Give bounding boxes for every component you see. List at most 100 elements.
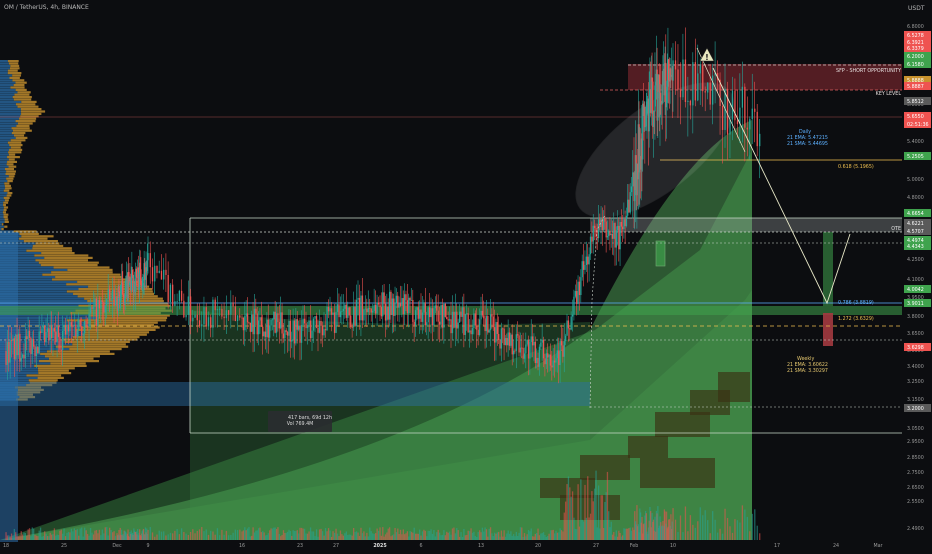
volume-bar bbox=[417, 533, 419, 540]
candle-body bbox=[613, 223, 615, 239]
candle-body bbox=[434, 305, 436, 309]
candle-body bbox=[163, 269, 165, 280]
price-tag-label: 4.4343 bbox=[907, 244, 924, 250]
volume-bar bbox=[100, 535, 102, 540]
volume-bar bbox=[52, 533, 54, 540]
volume-bar bbox=[286, 531, 289, 540]
candle-body bbox=[556, 350, 559, 359]
volume-bar bbox=[414, 533, 417, 540]
price-tag-label: 3.6298 bbox=[907, 345, 924, 351]
candle-body bbox=[628, 199, 630, 213]
candle-body bbox=[414, 310, 417, 326]
candle-body bbox=[373, 304, 375, 311]
volume-bar bbox=[548, 533, 550, 540]
volume-bar bbox=[525, 536, 527, 540]
volume-bar bbox=[571, 491, 574, 540]
volume-bar bbox=[595, 470, 597, 540]
volume-bar bbox=[89, 527, 92, 540]
candle-body bbox=[269, 325, 271, 338]
candle-body bbox=[167, 274, 169, 302]
annotation-title: Daily bbox=[799, 129, 811, 135]
x-tick-label: 17 bbox=[774, 543, 780, 549]
candle-body bbox=[178, 290, 181, 302]
volume-bar bbox=[5, 532, 7, 540]
candle-body bbox=[402, 298, 404, 315]
volume-bar bbox=[399, 529, 402, 540]
y-tick-label: 3.6500 bbox=[907, 331, 924, 337]
volume-bar bbox=[306, 533, 309, 540]
volume-bar bbox=[249, 536, 251, 540]
volume-bar bbox=[23, 532, 25, 540]
volume-bar bbox=[372, 533, 374, 540]
candle-body bbox=[183, 300, 185, 318]
candle-body bbox=[286, 331, 289, 336]
candle-body bbox=[296, 319, 298, 330]
candle-body bbox=[350, 315, 352, 328]
candle-body bbox=[66, 324, 68, 335]
price-chart[interactable]: ! SFP - SHORT OPPORTUNITY KEY LEVEL 0.618 (… bbox=[0, 0, 932, 550]
volume-bar bbox=[599, 528, 601, 540]
candle-body bbox=[548, 354, 550, 358]
volume-bar bbox=[424, 530, 426, 540]
candle-body bbox=[404, 294, 406, 315]
annotation-line: 21 EMA: 5.47215 bbox=[787, 135, 828, 141]
volume-bar bbox=[160, 531, 163, 540]
candle-body bbox=[20, 357, 22, 362]
volume-bar bbox=[483, 531, 485, 540]
volume-bar bbox=[488, 528, 490, 540]
volume-bar bbox=[76, 529, 78, 540]
volume-bar bbox=[629, 527, 631, 540]
candle-body bbox=[64, 325, 67, 335]
volume-bar bbox=[438, 532, 441, 540]
candle-body bbox=[619, 221, 621, 250]
candle-body bbox=[426, 322, 428, 326]
candle-body bbox=[165, 269, 167, 275]
volume-bar bbox=[275, 528, 278, 540]
candle-body bbox=[510, 334, 512, 346]
volume-bar bbox=[239, 529, 241, 540]
volume-bar bbox=[500, 530, 503, 540]
candle-body bbox=[375, 304, 377, 314]
volume-bar bbox=[712, 511, 714, 540]
volume-bar bbox=[69, 532, 71, 540]
candle-body bbox=[759, 133, 761, 147]
candle-body bbox=[92, 306, 95, 310]
volume-bar bbox=[113, 531, 115, 540]
candle-body bbox=[591, 236, 593, 242]
candle-body bbox=[370, 308, 372, 313]
volume-bar bbox=[296, 530, 298, 540]
candle-body bbox=[574, 291, 576, 297]
candle-body bbox=[266, 319, 268, 337]
volume-bar bbox=[67, 531, 70, 540]
candle-body bbox=[692, 62, 694, 106]
candle-body bbox=[207, 317, 210, 327]
volume-bar bbox=[27, 529, 29, 540]
volume-bar bbox=[441, 534, 444, 540]
volume-bar bbox=[477, 532, 479, 540]
volume-bar bbox=[223, 534, 225, 540]
volume-bar bbox=[431, 533, 434, 540]
candle-body bbox=[259, 317, 261, 321]
volume-bar bbox=[329, 530, 331, 540]
volume-bar bbox=[37, 536, 39, 540]
volume-bar bbox=[317, 536, 319, 540]
symbol-title: OM / TetherUS, 4h, BINANCE bbox=[4, 4, 89, 11]
candle-body bbox=[366, 308, 368, 313]
volume-bar bbox=[386, 532, 388, 540]
candle-body bbox=[84, 321, 86, 334]
candle-body bbox=[536, 357, 538, 364]
volume-bar bbox=[402, 529, 404, 540]
candle-body bbox=[503, 328, 505, 345]
volume-bar bbox=[458, 536, 461, 540]
volume-bar bbox=[351, 535, 353, 540]
volume-bar bbox=[269, 530, 271, 540]
volume-bar bbox=[227, 535, 230, 540]
price-axis: 6.80006.00005.80005.40005.20005.00004.80… bbox=[903, 0, 932, 550]
volume-bar bbox=[308, 531, 310, 540]
volume-bar bbox=[601, 495, 604, 540]
volume-bar bbox=[16, 536, 18, 540]
volume-bar bbox=[300, 527, 303, 540]
candle-body bbox=[277, 313, 279, 323]
x-tick-label: 10 bbox=[670, 543, 676, 549]
candle-body bbox=[306, 325, 309, 329]
